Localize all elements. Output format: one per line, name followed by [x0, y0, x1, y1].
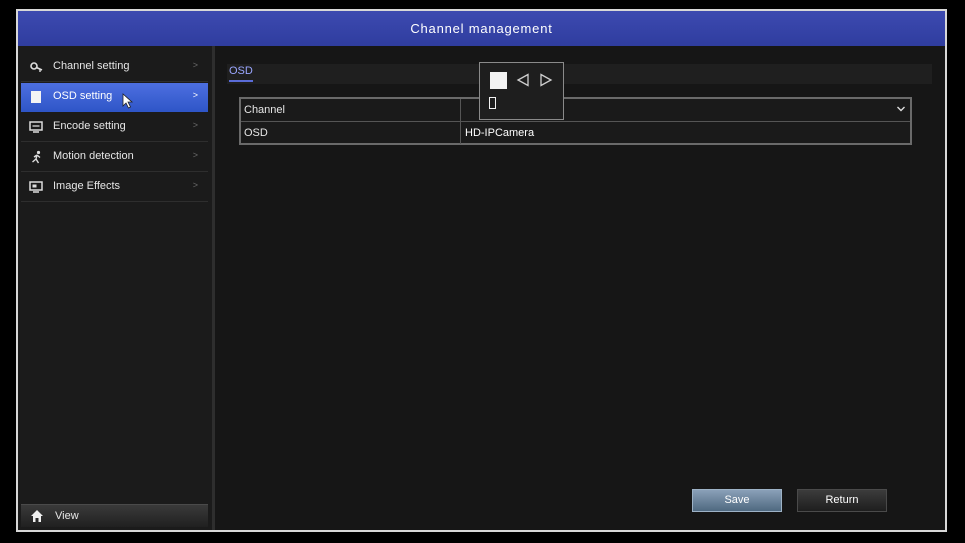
view-button-label: View	[55, 510, 79, 522]
sidebar-item-label: Encode setting	[53, 120, 126, 132]
sidebar-item-osd-setting[interactable]: OSD setting >	[21, 83, 208, 112]
encode-icon	[29, 121, 43, 133]
content-area: OSD Channel OSD HD-IPCamera Save Return	[215, 46, 945, 530]
tab-osd[interactable]: OSD	[229, 65, 253, 82]
gear-key-icon	[30, 62, 43, 72]
channel-management-window: Channel management Channel setting > OSD…	[16, 9, 947, 532]
chevron-right-icon: >	[192, 60, 198, 70]
chevron-right-icon: >	[192, 120, 198, 130]
column-divider	[460, 99, 461, 121]
running-man-icon	[32, 150, 41, 164]
image-effects-icon	[29, 181, 43, 193]
view-button[interactable]: View	[21, 504, 208, 527]
text-caret-icon	[489, 97, 496, 109]
osd-settings-form: Channel OSD HD-IPCamera	[239, 97, 912, 145]
channel-row: Channel	[241, 99, 910, 122]
sidebar-item-motion-detection[interactable]: Motion detection >	[21, 143, 208, 172]
osd-row: OSD HD-IPCamera	[241, 122, 910, 144]
return-button[interactable]: Return	[797, 489, 887, 512]
home-icon	[31, 510, 43, 522]
osd-label: OSD	[244, 127, 268, 139]
chevron-down-icon[interactable]	[896, 104, 906, 114]
column-divider	[460, 122, 461, 144]
tab-bar: OSD	[227, 64, 932, 84]
sidebar-item-image-effects[interactable]: Image Effects >	[21, 173, 208, 202]
chevron-right-icon: >	[192, 150, 198, 160]
sidebar-item-encode-setting[interactable]: Encode setting >	[21, 113, 208, 142]
keypad-popup	[479, 62, 564, 120]
right-arrow-icon[interactable]	[539, 73, 553, 87]
chevron-right-icon: >	[192, 180, 198, 190]
document-icon	[31, 91, 41, 103]
osd-text-input[interactable]: HD-IPCamera	[465, 127, 534, 139]
sidebar-item-label: OSD setting	[53, 90, 113, 102]
chevron-right-icon: >	[192, 90, 198, 100]
mouse-cursor-icon	[122, 93, 134, 109]
sidebar-item-label: Motion detection	[53, 150, 134, 162]
channel-label: Channel	[244, 104, 285, 116]
save-button[interactable]: Save	[692, 489, 782, 512]
window-title: Channel management	[18, 11, 945, 46]
sidebar-item-label: Image Effects	[53, 180, 121, 192]
sidebar: Channel setting > OSD setting > Encode s…	[18, 46, 215, 530]
sidebar-item-label: Channel setting	[53, 60, 130, 72]
left-arrow-icon[interactable]	[516, 73, 530, 87]
square-key-icon[interactable]	[490, 72, 507, 89]
sidebar-item-channel-setting[interactable]: Channel setting >	[21, 53, 208, 82]
